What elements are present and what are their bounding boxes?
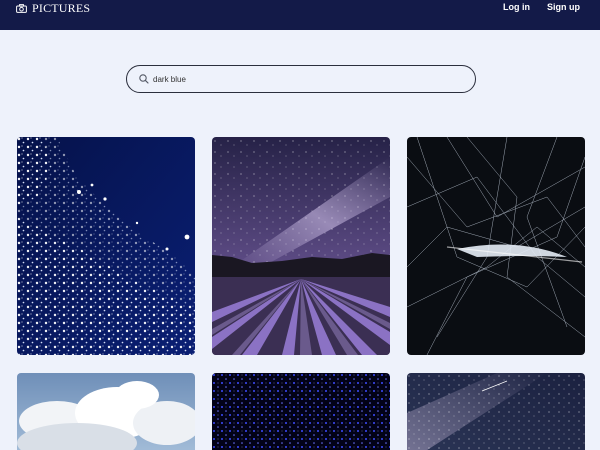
photo-image bbox=[407, 373, 585, 450]
auth-nav: Log in Sign up bbox=[503, 2, 580, 12]
photo-card[interactable] bbox=[407, 137, 585, 355]
camera-icon bbox=[16, 3, 27, 13]
photo-image bbox=[17, 137, 195, 355]
photo-image bbox=[17, 373, 195, 450]
photo-image bbox=[407, 137, 585, 355]
search-input[interactable] bbox=[153, 74, 453, 84]
brand-logo[interactable]: PICTURES bbox=[16, 0, 90, 16]
top-navbar: PICTURES Log in Sign up bbox=[0, 0, 600, 30]
photo-image bbox=[212, 373, 390, 450]
photo-card[interactable] bbox=[212, 373, 390, 450]
brand-label: PICTURES bbox=[32, 0, 91, 15]
photo-card[interactable] bbox=[212, 137, 390, 355]
photo-card[interactable] bbox=[17, 373, 195, 450]
login-link[interactable]: Log in bbox=[503, 2, 530, 12]
search-bar[interactable] bbox=[126, 65, 476, 93]
photo-card[interactable] bbox=[17, 137, 195, 355]
photo-card[interactable] bbox=[407, 373, 585, 450]
search-icon bbox=[139, 74, 149, 84]
signup-link[interactable]: Sign up bbox=[547, 2, 580, 12]
photo-image bbox=[212, 137, 390, 355]
